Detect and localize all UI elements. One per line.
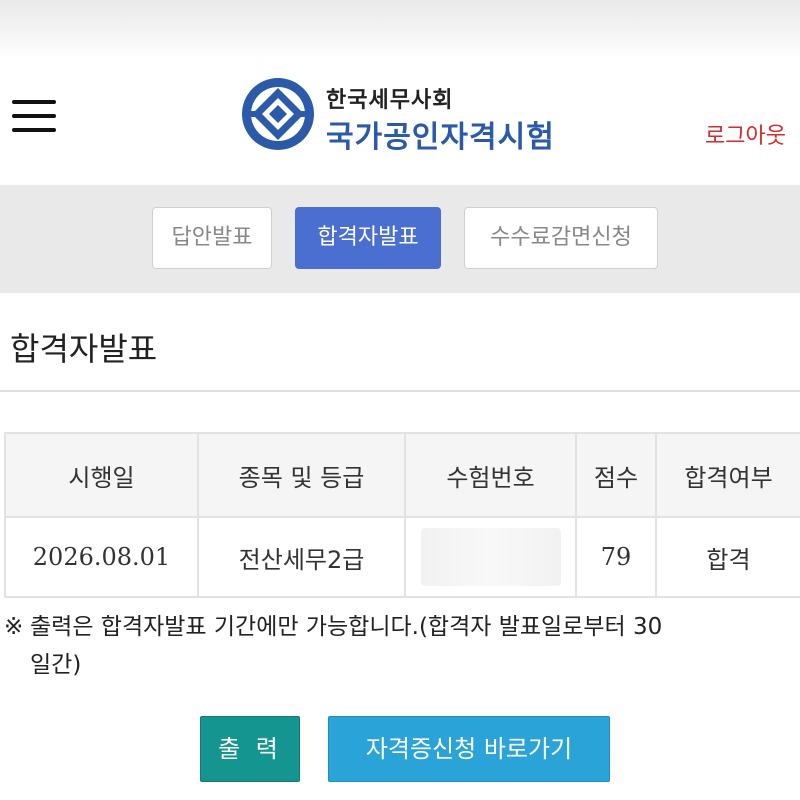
app-header: 한국세무사회 국가공인자격시험 로그아웃 [0, 60, 800, 185]
col-header-result: 합격여부 [655, 432, 800, 518]
notice-line-2: 일간) [30, 652, 82, 678]
notice-line-1: 출력은 합격자발표 기간에만 가능합니다.(합격자 발표일로부터 30 [30, 614, 663, 640]
tab-fee-reduction[interactable]: 수수료감면신청 [464, 207, 658, 269]
result-table: 시행일 종목 및 등급 수험번호 점수 합격여부 2026.08.01 전산세무… [4, 432, 800, 598]
cell-score: 79 [575, 516, 657, 598]
col-header-score: 점수 [575, 432, 657, 518]
col-header-date: 시행일 [4, 432, 199, 518]
cell-subject: 전산세무2급 [197, 516, 406, 598]
page-title: 합격자발표 [10, 330, 158, 368]
logout-link[interactable]: 로그아웃 [705, 118, 786, 150]
org-subtitle: 국가공인자격시험 [326, 120, 555, 155]
table-header-row: 시행일 종목 및 등급 수험번호 점수 합격여부 [4, 432, 800, 518]
reference-mark: ※ [4, 614, 24, 640]
status-area [0, 0, 800, 60]
cell-result: 합격 [655, 516, 800, 598]
table-row: 2026.08.01 전산세무2급 79 합격 [4, 516, 800, 598]
logo-emblem-icon [242, 78, 314, 150]
tab-answer-announcement[interactable]: 답안발표 [152, 207, 272, 269]
col-header-subject: 종목 및 등급 [197, 432, 406, 518]
cell-date: 2026.08.01 [4, 516, 199, 598]
certificate-apply-button[interactable]: 자격증신청 바로가기 [328, 716, 610, 782]
org-name: 한국세무사회 [326, 88, 454, 113]
cell-exam-number [404, 516, 577, 598]
redacted-exam-number [420, 528, 561, 586]
brand-logo[interactable]: 한국세무사회 국가공인자격시험 [240, 76, 580, 156]
tab-bar: 답안발표 합격자발표 수수료감면신청 [0, 185, 800, 293]
tab-pass-announcement[interactable]: 합격자발표 [295, 207, 441, 269]
divider [0, 390, 800, 392]
notice-text: ※ 출력은 합격자발표 기간에만 가능합니다.(합격자 발표일로부터 30 일간) [4, 608, 794, 684]
col-header-exam-number: 수험번호 [404, 432, 577, 518]
menu-icon[interactable] [12, 100, 58, 134]
print-button[interactable]: 출 력 [200, 716, 300, 782]
